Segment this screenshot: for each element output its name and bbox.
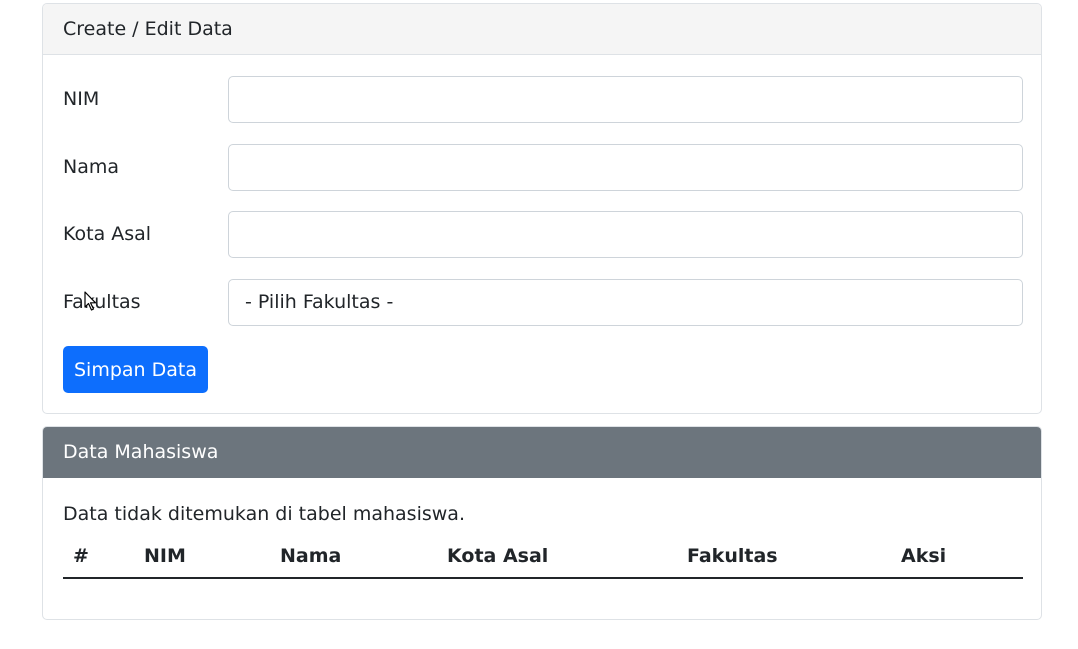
kota-asal-input[interactable] [228,210,1023,258]
column-header-fakultas: Fakultas [687,535,901,579]
fakultas-row: Fakultas - Pilih Fakultas - [63,278,1023,326]
column-header-kota-asal: Kota Asal [447,535,687,579]
nama-label: Nama [63,156,120,178]
fakultas-label: Fakultas [63,291,141,313]
nama-row: Nama [63,143,1023,191]
nim-input[interactable] [228,75,1023,123]
create-edit-card: Create / Edit Data NIM Nama Kota Asal Fa… [42,3,1042,414]
column-header-aksi: Aksi [901,535,1023,579]
empty-table-message: Data tidak ditemukan di tabel mahasiswa. [63,503,465,525]
create-edit-card-header: Create / Edit Data [43,4,1041,55]
kota-asal-row: Kota Asal [63,210,1023,258]
create-edit-card-title: Create / Edit Data [63,18,233,40]
simpan-data-button[interactable]: Simpan Data [63,346,208,393]
fakultas-select[interactable]: - Pilih Fakultas - [228,278,1023,326]
table-header-row: # NIM Nama Kota Asal Fakultas Aksi [63,535,1023,579]
nim-row: NIM [63,75,1023,123]
column-header-nim: NIM [144,535,280,579]
data-mahasiswa-card: Data Mahasiswa Data tidak ditemukan di t… [42,426,1042,620]
column-header-nama: Nama [280,535,447,579]
mahasiswa-table: # NIM Nama Kota Asal Fakultas Aksi [63,535,1023,579]
fakultas-select-value: - Pilih Fakultas - [245,291,394,313]
nama-input[interactable] [228,143,1023,191]
kota-asal-label: Kota Asal [63,223,152,245]
data-mahasiswa-card-title: Data Mahasiswa [63,441,219,463]
data-mahasiswa-card-header: Data Mahasiswa [43,427,1041,478]
column-header-number: # [63,535,144,579]
nim-label: NIM [63,88,100,110]
